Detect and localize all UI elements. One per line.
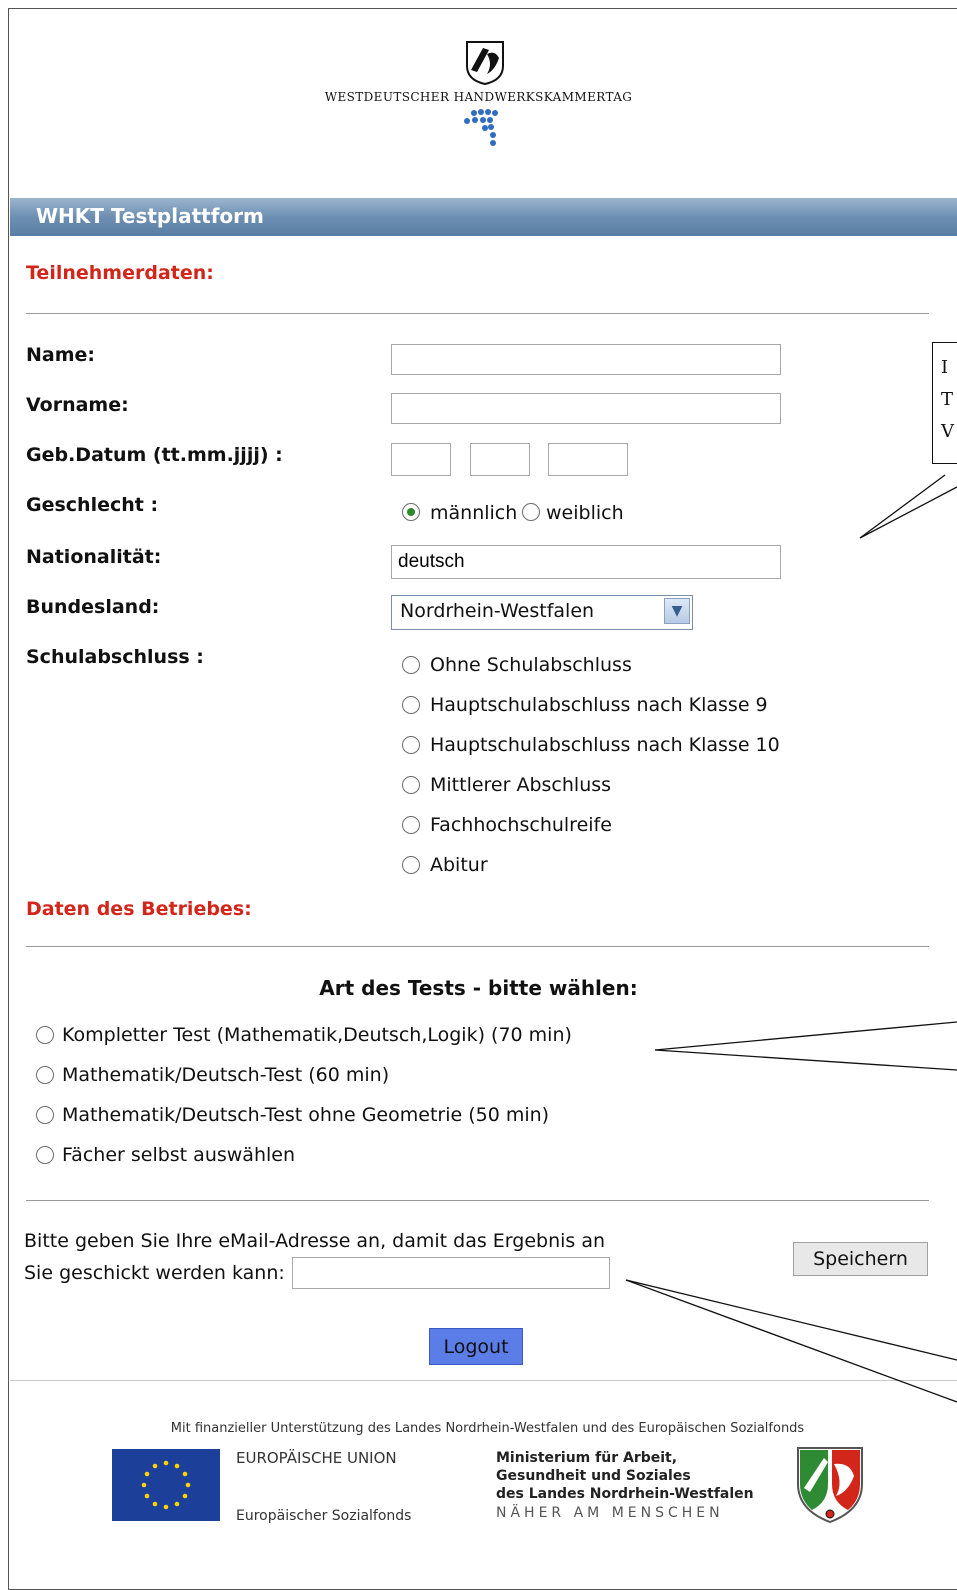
annotation-lines — [625, 474, 957, 1403]
